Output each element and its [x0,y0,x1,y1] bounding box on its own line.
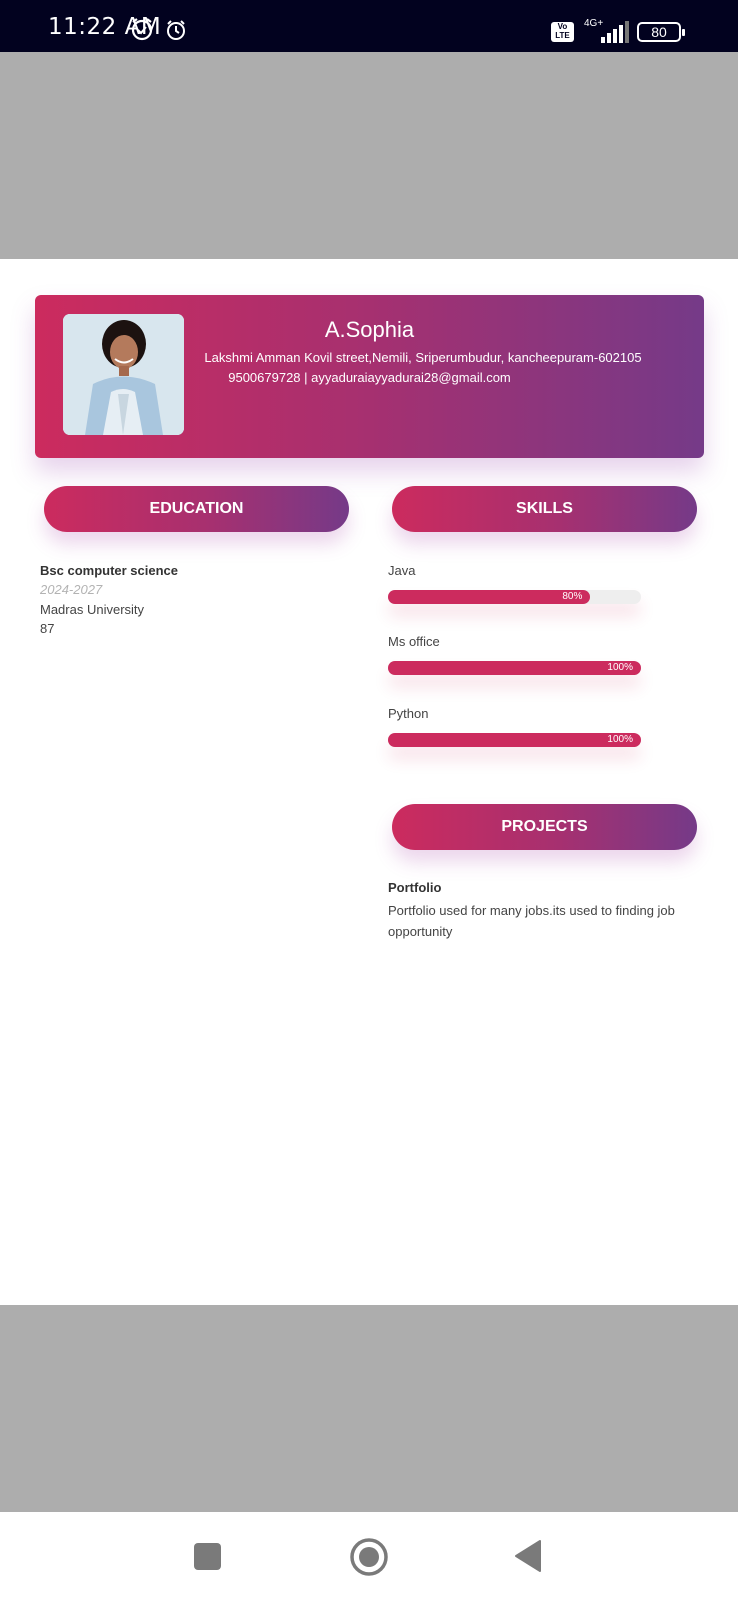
education-years: 2024-2027 [40,582,103,597]
project-name: Portfolio [388,880,442,895]
status-bar: 11:22 AM Vo LTE 4G+ 80 [0,0,738,52]
back-triangle-icon[interactable] [514,1539,542,1573]
skill-progress-fill: 100% [388,661,641,675]
projects-heading: PROJECTS [392,804,697,850]
profile-header: A.Sophia Lakshmi Amman Kovil street,Nemi… [35,295,704,458]
education-score: 87 [40,621,55,636]
profile-address: Lakshmi Amman Kovil street,Nemili, Sripe… [204,350,642,365]
skill-progress-bar: 100% [388,661,641,675]
education-institution: Madras University [40,602,145,617]
system-navigation-bar [0,1512,738,1600]
project-description: Portfolio used for many jobs.its used to… [388,903,675,939]
alarm-clock-icon [131,18,153,41]
battery-indicator: 80 [637,22,685,42]
top-gray-band [0,52,738,259]
education-heading: EDUCATION [44,486,349,532]
skill-progress-bar: 80% [388,590,641,604]
signal-strength-icon [601,21,629,43]
skill-progress-fill: 80% [388,590,591,604]
skill-name: Ms office [388,634,440,649]
alarm-icon [167,20,185,40]
skills-heading: SKILLS [392,486,697,532]
skill-name: Python [388,706,429,721]
bottom-gray-band [0,1305,738,1512]
recents-square-icon[interactable] [193,1542,222,1571]
skill-progress-bar: 100% [388,733,641,747]
profile-name: A.Sophia [324,317,415,342]
profile-contact: 9500679728 | ayyaduraiayyadurai28@gmail.… [228,370,511,385]
skill-progress-fill: 100% [388,733,641,747]
home-circle-icon[interactable] [349,1537,389,1577]
skill-name: Java [388,563,416,578]
volte-badge: Vo LTE [551,22,574,42]
education-degree: Bsc computer science [40,563,179,578]
